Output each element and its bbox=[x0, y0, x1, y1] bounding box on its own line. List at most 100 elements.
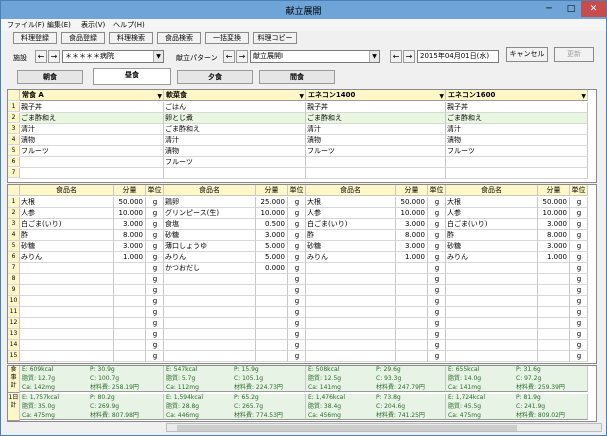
dish-cell[interactable]: 清汁 bbox=[164, 135, 306, 146]
amount-cell[interactable] bbox=[396, 318, 428, 329]
food-name-cell[interactable] bbox=[446, 329, 538, 340]
food-name-cell[interactable] bbox=[164, 307, 256, 318]
food-name-cell[interactable]: グリンピース(生) bbox=[164, 208, 256, 219]
amount-cell[interactable]: 3.000 bbox=[396, 219, 428, 230]
menu-help[interactable]: ヘルプ(H) bbox=[113, 20, 145, 30]
amount-cell[interactable]: 3.000 bbox=[538, 219, 570, 230]
amount-cell[interactable] bbox=[256, 351, 288, 362]
tab-lunch[interactable]: 昼食 bbox=[93, 68, 171, 85]
amount-cell[interactable] bbox=[114, 274, 146, 285]
food-register-button[interactable]: 食品登録 bbox=[61, 32, 105, 44]
amount-cell[interactable] bbox=[538, 329, 570, 340]
amount-cell[interactable] bbox=[114, 318, 146, 329]
amount-cell[interactable]: 0.000 bbox=[256, 263, 288, 274]
amount-cell[interactable]: 1.000 bbox=[114, 252, 146, 263]
food-name-cell[interactable]: かつおだし bbox=[164, 263, 256, 274]
food-name-cell[interactable] bbox=[306, 296, 396, 307]
food-name-cell[interactable] bbox=[306, 318, 396, 329]
chevron-down-icon[interactable]: ▼ bbox=[299, 92, 304, 102]
dish-cell[interactable]: 親子丼 bbox=[446, 102, 588, 113]
food-name-cell[interactable] bbox=[306, 274, 396, 285]
food-name-cell[interactable]: 人参 bbox=[306, 208, 396, 219]
tab-snack[interactable]: 間食 bbox=[259, 70, 335, 84]
pattern-next-button[interactable]: → bbox=[236, 50, 248, 63]
amount-cell[interactable] bbox=[396, 351, 428, 362]
amount-cell[interactable]: 50.000 bbox=[114, 197, 146, 208]
food-name-cell[interactable] bbox=[306, 340, 396, 351]
food-name-cell[interactable] bbox=[306, 307, 396, 318]
amount-cell[interactable] bbox=[114, 329, 146, 340]
amount-cell[interactable] bbox=[396, 263, 428, 274]
food-name-cell[interactable]: 酢 bbox=[20, 230, 114, 241]
food-name-cell[interactable]: 砂糖 bbox=[446, 241, 538, 252]
food-name-cell[interactable]: 砂糖 bbox=[306, 241, 396, 252]
food-name-cell[interactable]: 大根 bbox=[20, 197, 114, 208]
dish-cell[interactable]: 清汁 bbox=[20, 124, 164, 135]
food-name-cell[interactable] bbox=[446, 274, 538, 285]
food-name-cell[interactable] bbox=[446, 351, 538, 362]
food-name-cell[interactable] bbox=[446, 296, 538, 307]
food-name-cell[interactable]: 砂糖 bbox=[164, 230, 256, 241]
amount-cell[interactable] bbox=[256, 340, 288, 351]
food-name-cell[interactable] bbox=[446, 340, 538, 351]
update-button[interactable]: 更新 bbox=[554, 47, 594, 62]
amount-cell[interactable]: 0.500 bbox=[256, 219, 288, 230]
amount-cell[interactable] bbox=[538, 274, 570, 285]
amount-cell[interactable]: 3.000 bbox=[114, 241, 146, 252]
amount-cell[interactable] bbox=[538, 351, 570, 362]
amount-cell[interactable] bbox=[114, 307, 146, 318]
amount-cell[interactable] bbox=[114, 351, 146, 362]
menu-file[interactable]: ファイル(F) bbox=[7, 20, 45, 30]
food-name-cell[interactable] bbox=[20, 285, 114, 296]
food-name-cell[interactable] bbox=[164, 340, 256, 351]
amount-cell[interactable] bbox=[114, 263, 146, 274]
food-name-cell[interactable]: 白ごま(いり) bbox=[20, 219, 114, 230]
food-name-cell[interactable] bbox=[306, 285, 396, 296]
amount-cell[interactable] bbox=[114, 296, 146, 307]
pattern-select[interactable]: 献立展開Ⅰ ▼ bbox=[250, 50, 380, 63]
food-name-cell[interactable]: 酢 bbox=[306, 230, 396, 241]
food-name-cell[interactable] bbox=[20, 340, 114, 351]
menu-view[interactable]: 表示(V) bbox=[81, 20, 105, 30]
food-name-cell[interactable] bbox=[20, 307, 114, 318]
menu-edit[interactable]: 編集(E) bbox=[47, 20, 71, 30]
amount-cell[interactable]: 5.000 bbox=[256, 252, 288, 263]
amount-cell[interactable]: 10.000 bbox=[256, 208, 288, 219]
chevron-down-icon[interactable]: ▼ bbox=[439, 92, 444, 102]
amount-cell[interactable] bbox=[256, 318, 288, 329]
dish-cell[interactable]: 漬物 bbox=[20, 135, 164, 146]
food-name-cell[interactable]: 鶏卵 bbox=[164, 197, 256, 208]
food-name-cell[interactable] bbox=[20, 329, 114, 340]
amount-cell[interactable]: 50.000 bbox=[538, 197, 570, 208]
food-name-cell[interactable] bbox=[20, 351, 114, 362]
dish-cell[interactable]: ごま酢和え bbox=[164, 124, 306, 135]
food-name-cell[interactable]: 大根 bbox=[306, 197, 396, 208]
date-next-button[interactable]: → bbox=[403, 50, 415, 63]
food-name-cell[interactable]: 酢 bbox=[446, 230, 538, 241]
amount-cell[interactable] bbox=[396, 274, 428, 285]
food-name-cell[interactable]: みりん bbox=[446, 252, 538, 263]
dish-cell[interactable] bbox=[446, 157, 588, 168]
amount-cell[interactable] bbox=[256, 329, 288, 340]
facility-next-button[interactable]: → bbox=[48, 50, 60, 63]
amount-cell[interactable]: 8.000 bbox=[396, 230, 428, 241]
food-name-cell[interactable] bbox=[306, 329, 396, 340]
cancel-button[interactable]: キャンセル bbox=[506, 47, 548, 62]
amount-cell[interactable] bbox=[396, 285, 428, 296]
tab-breakfast[interactable]: 朝食 bbox=[17, 70, 83, 84]
food-name-cell[interactable] bbox=[20, 274, 114, 285]
dish-cell[interactable]: 清汁 bbox=[446, 124, 588, 135]
dish-cell[interactable]: フルーツ bbox=[446, 146, 588, 157]
dish-cell[interactable]: ごま酢和え bbox=[306, 113, 446, 124]
amount-cell[interactable] bbox=[538, 263, 570, 274]
food-name-cell[interactable] bbox=[164, 351, 256, 362]
amount-cell[interactable] bbox=[538, 340, 570, 351]
dish-cell[interactable]: 卵とじ煮 bbox=[164, 113, 306, 124]
pattern-header[interactable]: エネコン1600 ▼ bbox=[446, 90, 588, 101]
dish-cell[interactable]: 漬物 bbox=[164, 146, 306, 157]
dish-cell[interactable]: ごはん bbox=[164, 102, 306, 113]
food-search-button[interactable]: 食品検索 bbox=[157, 32, 201, 44]
close-button[interactable]: ✕ bbox=[581, 1, 606, 17]
dish-cell[interactable]: 親子丼 bbox=[20, 102, 164, 113]
food-name-cell[interactable]: みりん bbox=[20, 252, 114, 263]
